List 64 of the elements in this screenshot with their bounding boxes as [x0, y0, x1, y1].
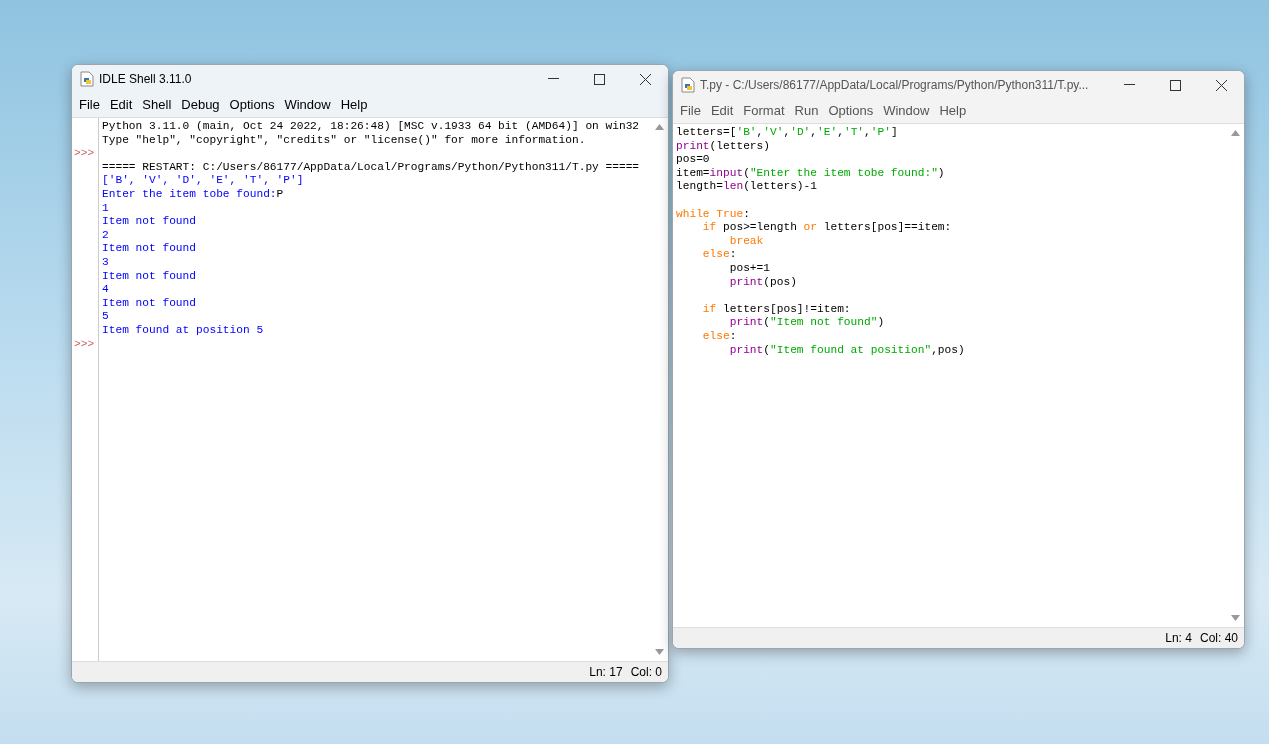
- code-line: else:: [701, 248, 737, 261]
- minimize-icon: [1123, 84, 1135, 86]
- output-line: Item not found: [102, 269, 196, 282]
- python-file-icon: [681, 77, 695, 93]
- output-line: 4: [102, 283, 109, 296]
- window-title: T.py - C:/Users/86177/AppData/Local/Programs/Python/Python311/T.py...: [700, 78, 1090, 92]
- output-line: 3: [102, 255, 109, 268]
- code-line: print("Item not found"): [728, 316, 885, 329]
- prompt-marker: >>>: [74, 147, 95, 160]
- output-line: 5: [102, 310, 109, 323]
- output-line: Item not found: [102, 215, 196, 228]
- output-line: ['B', 'V', 'D', 'E', 'T', 'P']: [102, 174, 304, 187]
- menu-item[interactable]: Help: [335, 95, 373, 114]
- menu-item[interactable]: Run: [789, 101, 824, 120]
- code-line: print(pos): [728, 275, 797, 288]
- code-line: letters=['B','V','D','E','T','P']: [676, 126, 898, 138]
- menu-item[interactable]: Format: [738, 101, 790, 120]
- output-line: ===== RESTART: C:/Users/86177/AppData/Local/Programs/Python/Python311/T.py =====: [102, 160, 640, 173]
- output-line: 2: [102, 228, 109, 241]
- menu-item[interactable]: Options: [823, 101, 879, 120]
- menu-item[interactable]: Edit: [705, 101, 739, 120]
- menu-item[interactable]: File: [675, 101, 706, 120]
- menu-item[interactable]: Options: [224, 95, 280, 114]
- maximize-icon: [1169, 79, 1181, 91]
- code-line: print("Item found at position",pos): [728, 343, 965, 356]
- menu-item[interactable]: Window: [878, 101, 935, 120]
- close-icon: [639, 73, 651, 85]
- prompt-marker: >>>: [74, 337, 95, 350]
- code-line: print(letters): [676, 139, 770, 152]
- code-line: length=len(letters)-1: [676, 180, 817, 193]
- code-line: pos=0: [676, 153, 710, 166]
- column-number: Col: 0: [630, 665, 662, 679]
- output-line: Item not found: [102, 242, 196, 255]
- column-number: Col: 40: [1199, 631, 1238, 645]
- scroll-up-icon[interactable]: [654, 124, 664, 130]
- output-line: Item found at position 5: [102, 323, 264, 336]
- close-icon: [1215, 79, 1227, 91]
- line-number: Ln: 17: [589, 665, 623, 679]
- minimize-icon: [547, 78, 559, 80]
- code-line: while True:: [676, 207, 750, 220]
- code-line: if pos>=length or letters[pos]==item:: [701, 221, 952, 234]
- scroll-down-icon[interactable]: [1230, 615, 1240, 621]
- code-line: item=input("Enter the item tobe found:"): [676, 166, 945, 179]
- python-file-icon: [80, 71, 94, 87]
- output-line: Type "help", "copyright", "credits" or "license()" for more information.: [102, 133, 586, 146]
- code-line: break: [728, 234, 764, 247]
- output-line: 1: [102, 201, 109, 214]
- line-number: Ln: 4: [1165, 631, 1192, 645]
- code-line: pos+=1: [728, 261, 770, 274]
- menu-item[interactable]: Window: [279, 95, 336, 114]
- window-title: IDLE Shell 3.11.0: [99, 72, 193, 86]
- menu-item[interactable]: Debug: [176, 95, 225, 114]
- scroll-down-icon[interactable]: [654, 649, 664, 655]
- output-line: Enter the item tobe found:P: [102, 187, 284, 200]
- code-line: if letters[pos]!=item:: [701, 302, 851, 315]
- maximize-icon: [593, 73, 605, 85]
- menu-item[interactable]: Shell: [137, 95, 177, 114]
- menu-item[interactable]: Edit: [104, 95, 138, 114]
- output-line: Item not found: [102, 296, 196, 309]
- scroll-up-icon[interactable]: [1230, 130, 1240, 136]
- output-line: Python 3.11.0 (main, Oct 24 2022, 18:26:48) [MSC v.1933 64 bit (AMD64)] on win32: [102, 120, 640, 132]
- menu-item[interactable]: Help: [934, 101, 972, 120]
- menu-item[interactable]: File: [74, 95, 105, 114]
- code-line: else:: [701, 329, 737, 342]
